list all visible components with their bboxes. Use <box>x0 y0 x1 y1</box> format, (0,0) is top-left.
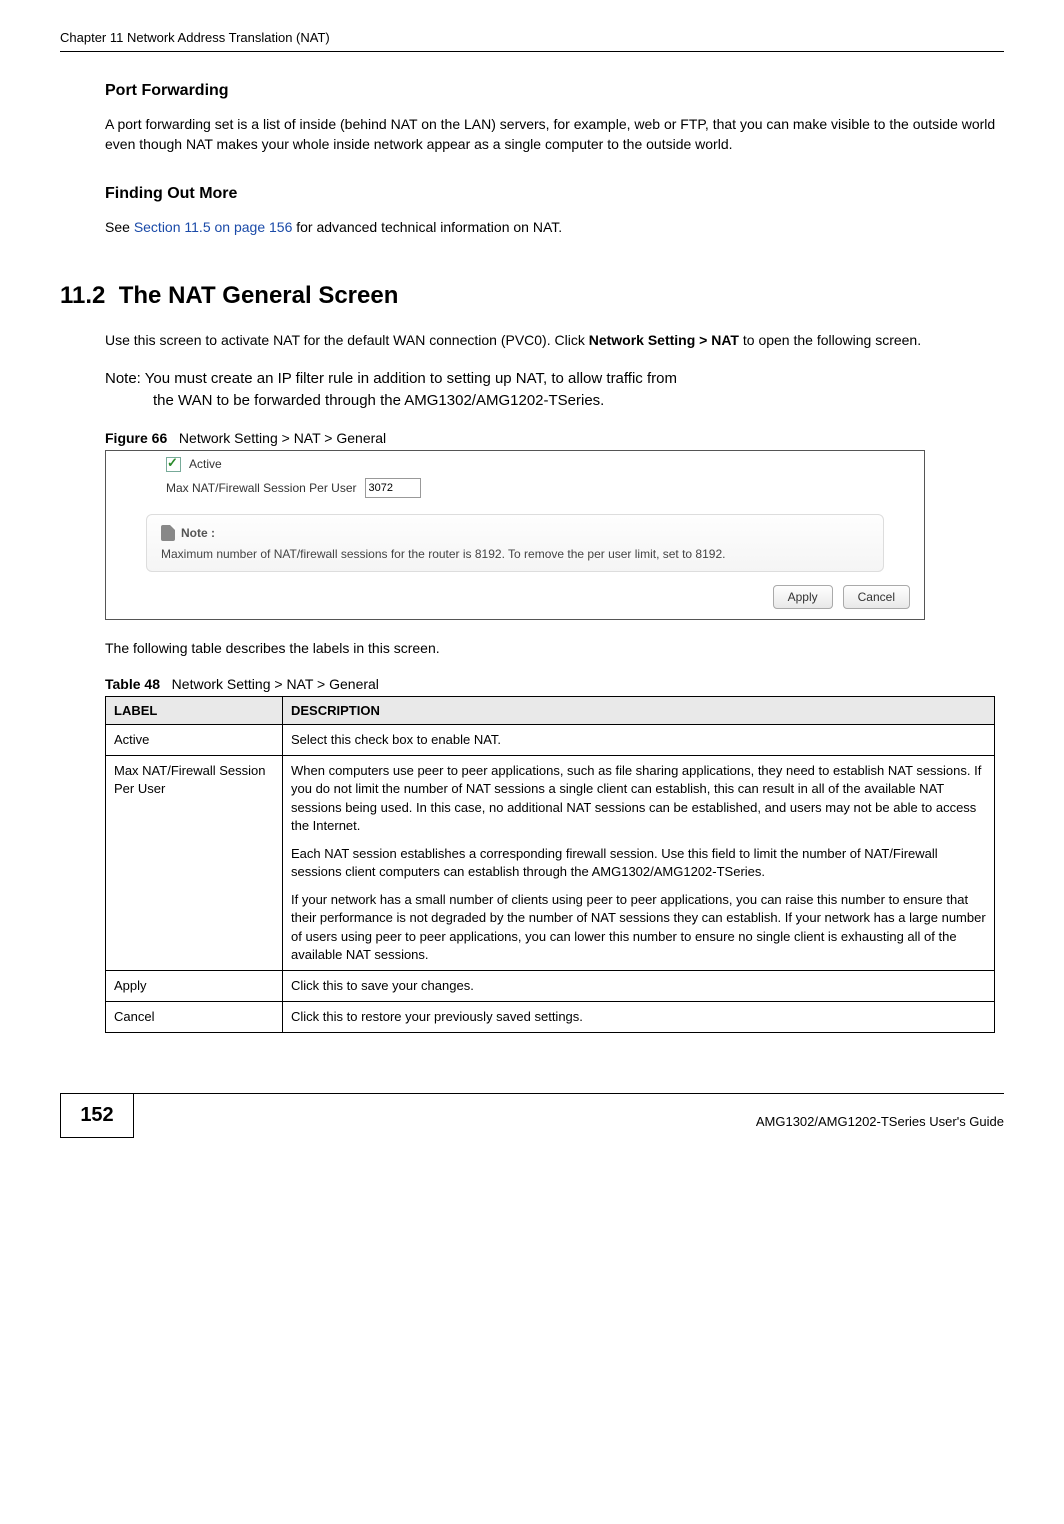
table-header-row: LABEL DESCRIPTION <box>106 696 995 724</box>
th-description: DESCRIPTION <box>283 696 995 724</box>
cross-reference-link[interactable]: Section 11.5 on page 156 <box>134 219 293 235</box>
screenshot-nat-general: Active Max NAT/Firewall Session Per User… <box>105 450 925 620</box>
heading-finding-out-more: Finding Out More <box>105 185 1004 203</box>
table-row: Cancel Click this to restore your previo… <box>106 1002 995 1033</box>
heading-port-forwarding: Port Forwarding <box>105 82 1004 100</box>
cell-desc: Click this to save your changes. <box>283 971 995 1002</box>
table-label: Table 48 <box>105 676 160 692</box>
note-line1: You must create an IP filter rule in add… <box>145 370 677 387</box>
table-row: Max NAT/Firewall Session Per User When c… <box>106 756 995 971</box>
active-checkbox[interactable] <box>166 457 181 472</box>
note-icon <box>161 525 175 541</box>
section-title-text: The NAT General Screen <box>119 282 399 309</box>
cancel-button[interactable]: Cancel <box>843 585 910 609</box>
table-row: Active Select this check box to enable N… <box>106 724 995 755</box>
para-port-forwarding: A port forwarding set is a list of insid… <box>105 114 1004 155</box>
intro-b: to open the following screen. <box>739 332 921 348</box>
table-row: Apply Click this to save your changes. <box>106 971 995 1002</box>
intro-a: Use this screen to activate NAT for the … <box>105 332 589 348</box>
header-rule <box>60 51 1004 52</box>
active-label: Active <box>189 457 222 471</box>
note-box: Note : Maximum number of NAT/firewall se… <box>146 514 884 572</box>
cell-label: Cancel <box>106 1002 283 1033</box>
note-block: Note: You must create an IP filter rule … <box>105 368 1004 412</box>
desc-para: If your network has a small number of cl… <box>291 891 986 964</box>
table-caption-text: Network Setting > NAT > General <box>172 676 379 692</box>
cell-desc: When computers use peer to peer applicat… <box>283 756 995 971</box>
th-label: LABEL <box>106 696 283 724</box>
figure-label: Figure 66 <box>105 430 167 446</box>
text-pre: See <box>105 219 134 235</box>
page-footer: 152 AMG1302/AMG1202-TSeries User's Guide <box>60 1093 1004 1138</box>
cell-label: Active <box>106 724 283 755</box>
section-number: 11.2 <box>60 282 105 309</box>
table-intro: The following table describes the labels… <box>105 638 1004 658</box>
note-lead: Note: <box>105 370 145 387</box>
desc-para: When computers use peer to peer applicat… <box>291 762 986 835</box>
section-intro: Use this screen to activate NAT for the … <box>105 330 1004 350</box>
running-header: Chapter 11 Network Address Translation (… <box>60 30 1004 49</box>
cell-desc: Select this check box to enable NAT. <box>283 724 995 755</box>
figure-caption: Figure 66 Network Setting > NAT > Genera… <box>105 430 1004 446</box>
cell-label: Apply <box>106 971 283 1002</box>
text-post: for advanced technical information on NA… <box>292 219 562 235</box>
cell-label: Max NAT/Firewall Session Per User <box>106 756 283 971</box>
table-caption: Table 48 Network Setting > NAT > General <box>105 676 1004 692</box>
cell-desc: Click this to restore your previously sa… <box>283 1002 995 1033</box>
note-line2: the WAN to be forwarded through the AMG1… <box>105 390 1004 412</box>
intro-bold: Network Setting > NAT <box>589 332 739 348</box>
session-input[interactable] <box>365 478 421 498</box>
session-label: Max NAT/Firewall Session Per User <box>166 481 357 495</box>
desc-para: Each NAT session establishes a correspon… <box>291 845 986 881</box>
para-finding-out-more: See Section 11.5 on page 156 for advance… <box>105 217 1004 237</box>
note-body-text: Maximum number of NAT/firewall sessions … <box>161 547 869 561</box>
note-head-text: Note : <box>181 526 215 540</box>
description-table: LABEL DESCRIPTION Active Select this che… <box>105 696 995 1033</box>
footer-guide-name: AMG1302/AMG1202-TSeries User's Guide <box>134 1104 1004 1129</box>
page-number: 152 <box>60 1094 134 1138</box>
figure-caption-text: Network Setting > NAT > General <box>179 430 386 446</box>
section-heading-11-2: 11.2 The NAT General Screen <box>60 282 1004 310</box>
apply-button[interactable]: Apply <box>773 585 833 609</box>
